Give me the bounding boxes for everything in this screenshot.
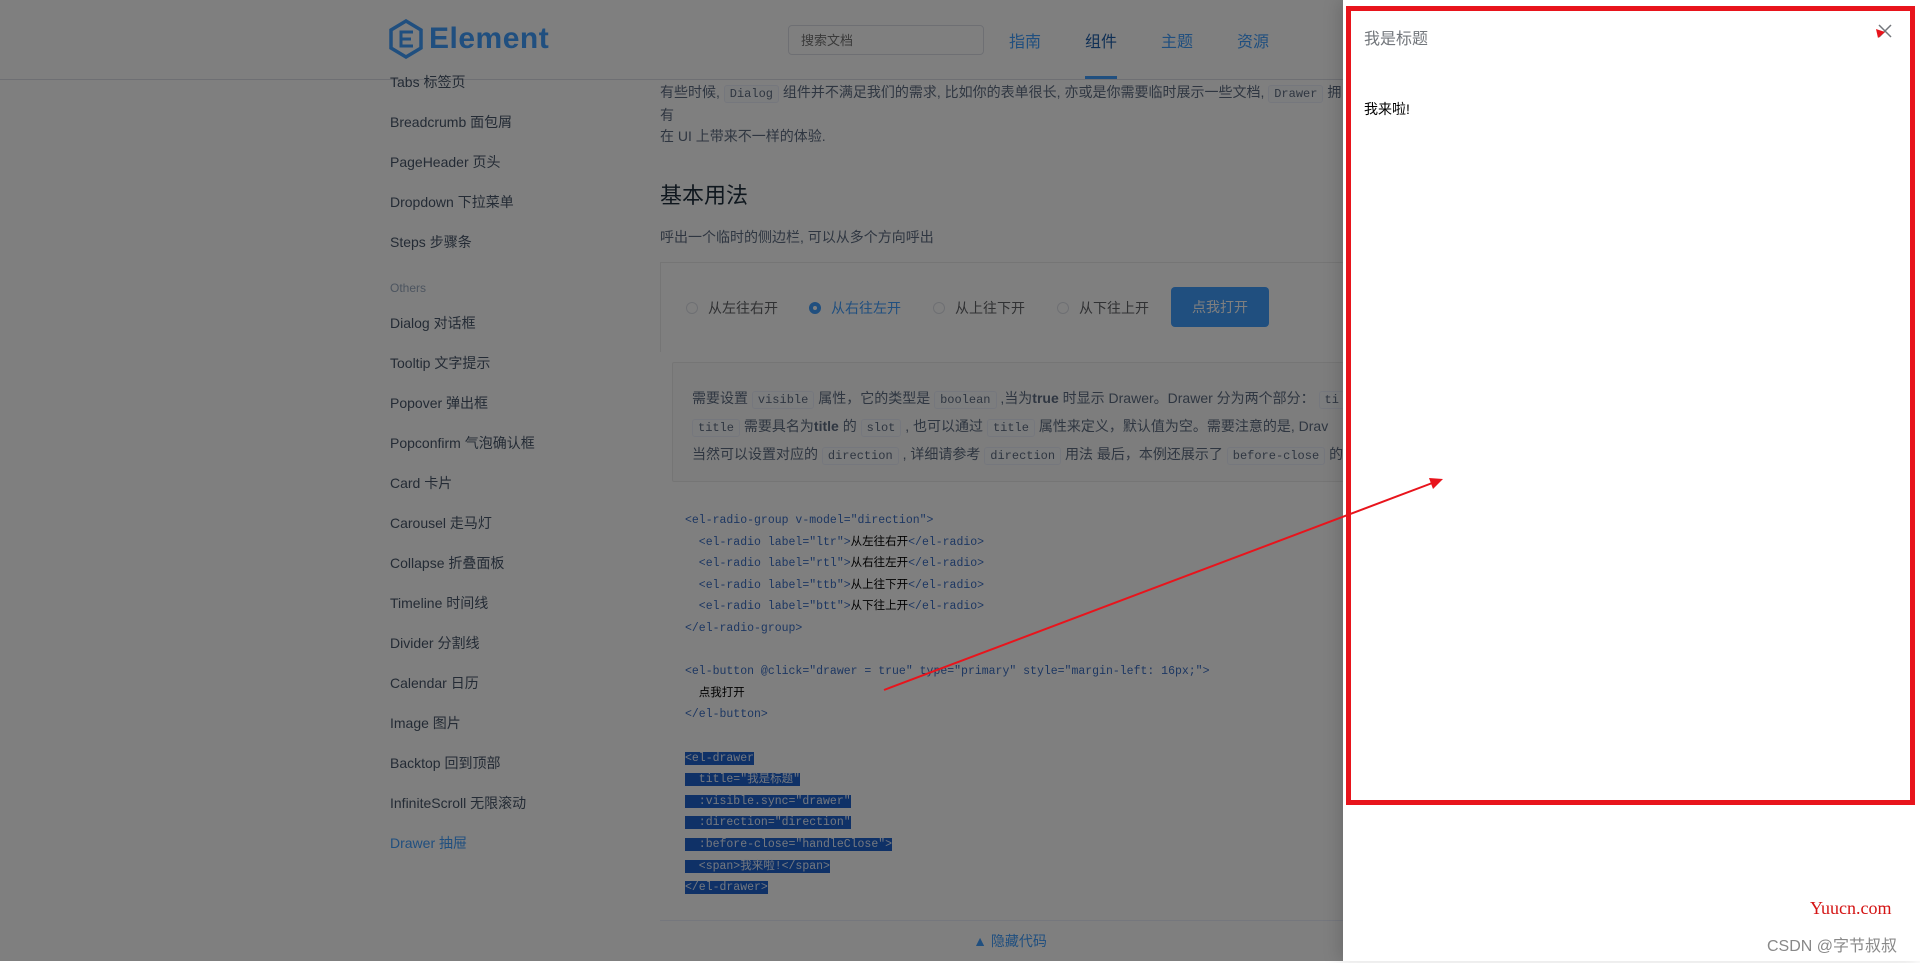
drawer-title: 我是标题 [1364,31,1429,48]
watermark-site: Yuucn.com [1810,898,1892,918]
close-icon[interactable] [1874,20,1896,42]
drawer-body-text: 我来啦! [1364,101,1410,117]
drawer-panel: 我是标题 我来啦! [1343,0,1920,961]
watermark-author: CSDN @字节叔叔 [1767,938,1898,955]
